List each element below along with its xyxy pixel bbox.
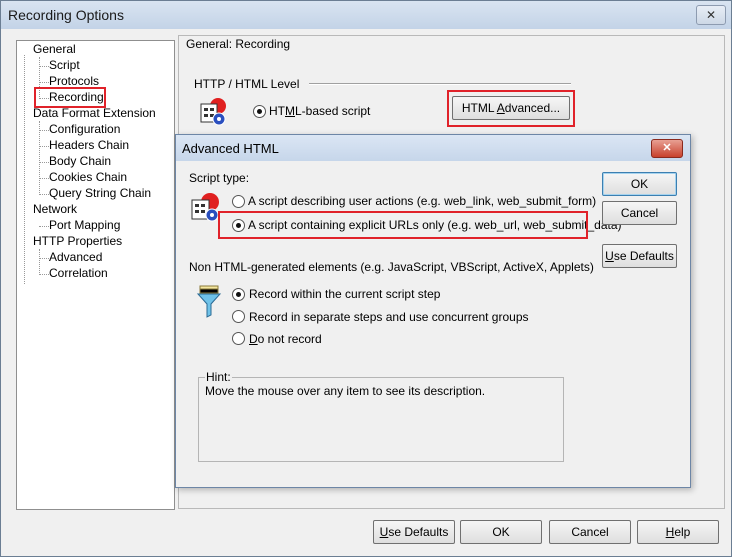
tree-connector	[39, 146, 49, 147]
dialog-close-icon[interactable]: ✕	[651, 139, 683, 158]
tree-connector	[39, 194, 49, 195]
tree-connector	[39, 226, 49, 227]
tree-connector	[39, 162, 49, 163]
tree-connector	[39, 258, 49, 259]
tree-connector	[39, 249, 40, 275]
tree-item-general[interactable]: General	[33, 42, 76, 57]
footer-cancel-button[interactable]: Cancel	[549, 520, 631, 544]
group-separator	[309, 83, 571, 85]
tree-item-http-properties[interactable]: HTTP Properties	[33, 234, 122, 249]
hint-text: Move the mouse over any item to see its …	[205, 384, 486, 398]
html-based-script-label[interactable]: HTML-based script	[269, 104, 370, 118]
footer-ok-button[interactable]: OK	[460, 520, 542, 544]
window-titlebar[interactable]: Recording Options ✕	[1, 1, 731, 29]
window-close-icon[interactable]: ✕	[696, 5, 726, 25]
tree-item-port-mapping[interactable]: Port Mapping	[49, 218, 120, 233]
tree-item-configuration[interactable]: Configuration	[49, 122, 120, 137]
tree-item-body-chain[interactable]: Body Chain	[49, 154, 111, 169]
record-within-step-label[interactable]: Record within the current script step	[249, 287, 440, 301]
do-not-record-radio[interactable]	[232, 332, 245, 345]
dialog-cancel-button[interactable]: Cancel	[602, 201, 677, 225]
tree-connector	[39, 178, 49, 179]
tree-connector	[39, 66, 49, 67]
html-advanced-highlight-box	[447, 90, 575, 127]
tree-item-advanced[interactable]: Advanced	[49, 250, 102, 265]
html-script-icon	[199, 98, 229, 129]
advanced-html-dialog: Advanced HTML ✕ Script type: A script de…	[175, 134, 691, 488]
recording-highlight-box	[34, 87, 106, 108]
panel-heading: General: Recording	[186, 37, 291, 51]
non-html-elements-label: Non HTML-generated elements (e.g. JavaSc…	[189, 260, 594, 274]
hint-label: Hint:	[205, 370, 232, 384]
record-separate-steps-label[interactable]: Record in separate steps and use concurr…	[249, 310, 529, 324]
dialog-use-defaults-button[interactable]: Use Defaults	[602, 244, 677, 268]
tree-connector	[39, 82, 49, 83]
tree-item-script[interactable]: Script	[49, 58, 80, 73]
explicit-urls-highlight-box	[218, 211, 588, 239]
tree-item-query-string-chain[interactable]: Query String Chain	[49, 186, 151, 201]
http-html-level-label: HTTP / HTML Level	[194, 77, 300, 91]
record-within-step-radio[interactable]	[232, 288, 245, 301]
dialog-title: Advanced HTML	[182, 141, 279, 156]
tree-item-correlation[interactable]: Correlation	[49, 266, 108, 281]
record-separate-steps-radio[interactable]	[232, 310, 245, 323]
options-tree[interactable]: General Script Protocols Recording Data …	[16, 40, 175, 510]
footer-use-defaults-button[interactable]: Use Defaults	[373, 520, 455, 544]
user-actions-radio[interactable]	[232, 195, 245, 208]
tree-item-data-format-extension[interactable]: Data Format Extension	[33, 106, 156, 121]
tree-item-headers-chain[interactable]: Headers Chain	[49, 138, 129, 153]
do-not-record-label[interactable]: Do not record	[249, 332, 322, 346]
dialog-titlebar[interactable]: Advanced HTML ✕	[176, 135, 690, 161]
script-type-label: Script type:	[189, 171, 250, 185]
tree-connector	[24, 55, 25, 284]
tree-item-network[interactable]: Network	[33, 202, 77, 217]
tree-item-cookies-chain[interactable]: Cookies Chain	[49, 170, 127, 185]
dialog-ok-button[interactable]: OK	[602, 172, 677, 196]
html-based-script-radio[interactable]	[253, 105, 266, 118]
hint-box: Hint: Move the mouse over any item to se…	[198, 370, 564, 462]
footer-help-button[interactable]: Help	[637, 520, 719, 544]
tree-connector	[39, 130, 49, 131]
user-actions-label[interactable]: A script describing user actions (e.g. w…	[248, 194, 596, 208]
window-title: Recording Options	[8, 7, 124, 23]
tree-connector	[39, 121, 40, 195]
funnel-icon	[196, 285, 222, 322]
tree-connector	[39, 274, 49, 275]
